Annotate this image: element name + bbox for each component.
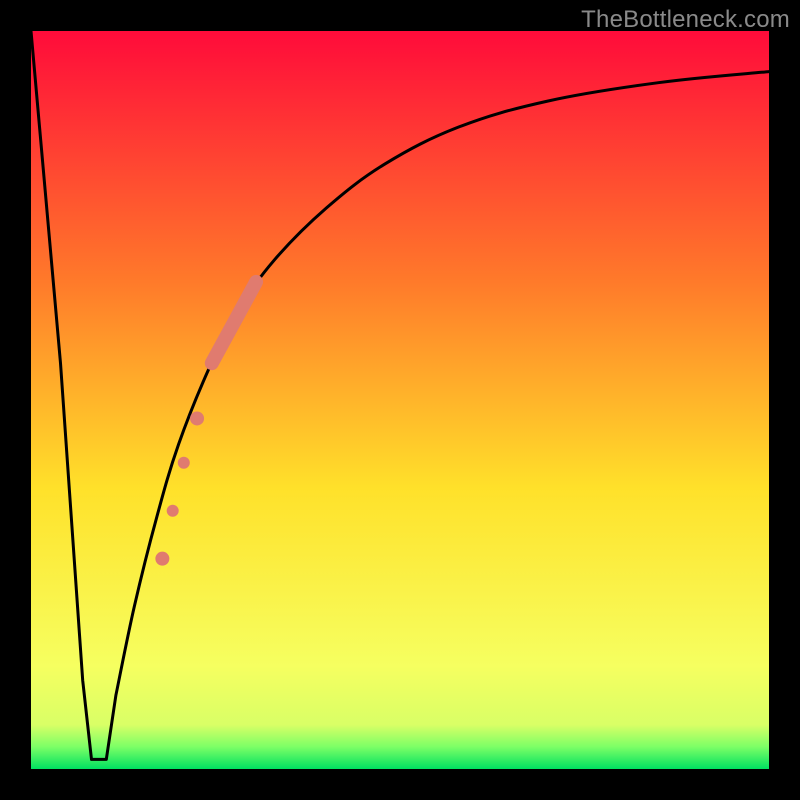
marker-dot (178, 457, 190, 469)
chart-frame: TheBottleneck.com (0, 0, 800, 800)
watermark-text: TheBottleneck.com (581, 6, 790, 34)
marker-dot (190, 411, 204, 425)
gradient-background (31, 31, 769, 769)
chart-svg (31, 31, 769, 769)
marker-dot (155, 552, 169, 566)
plot-area (31, 31, 769, 769)
marker-dot (167, 505, 179, 517)
